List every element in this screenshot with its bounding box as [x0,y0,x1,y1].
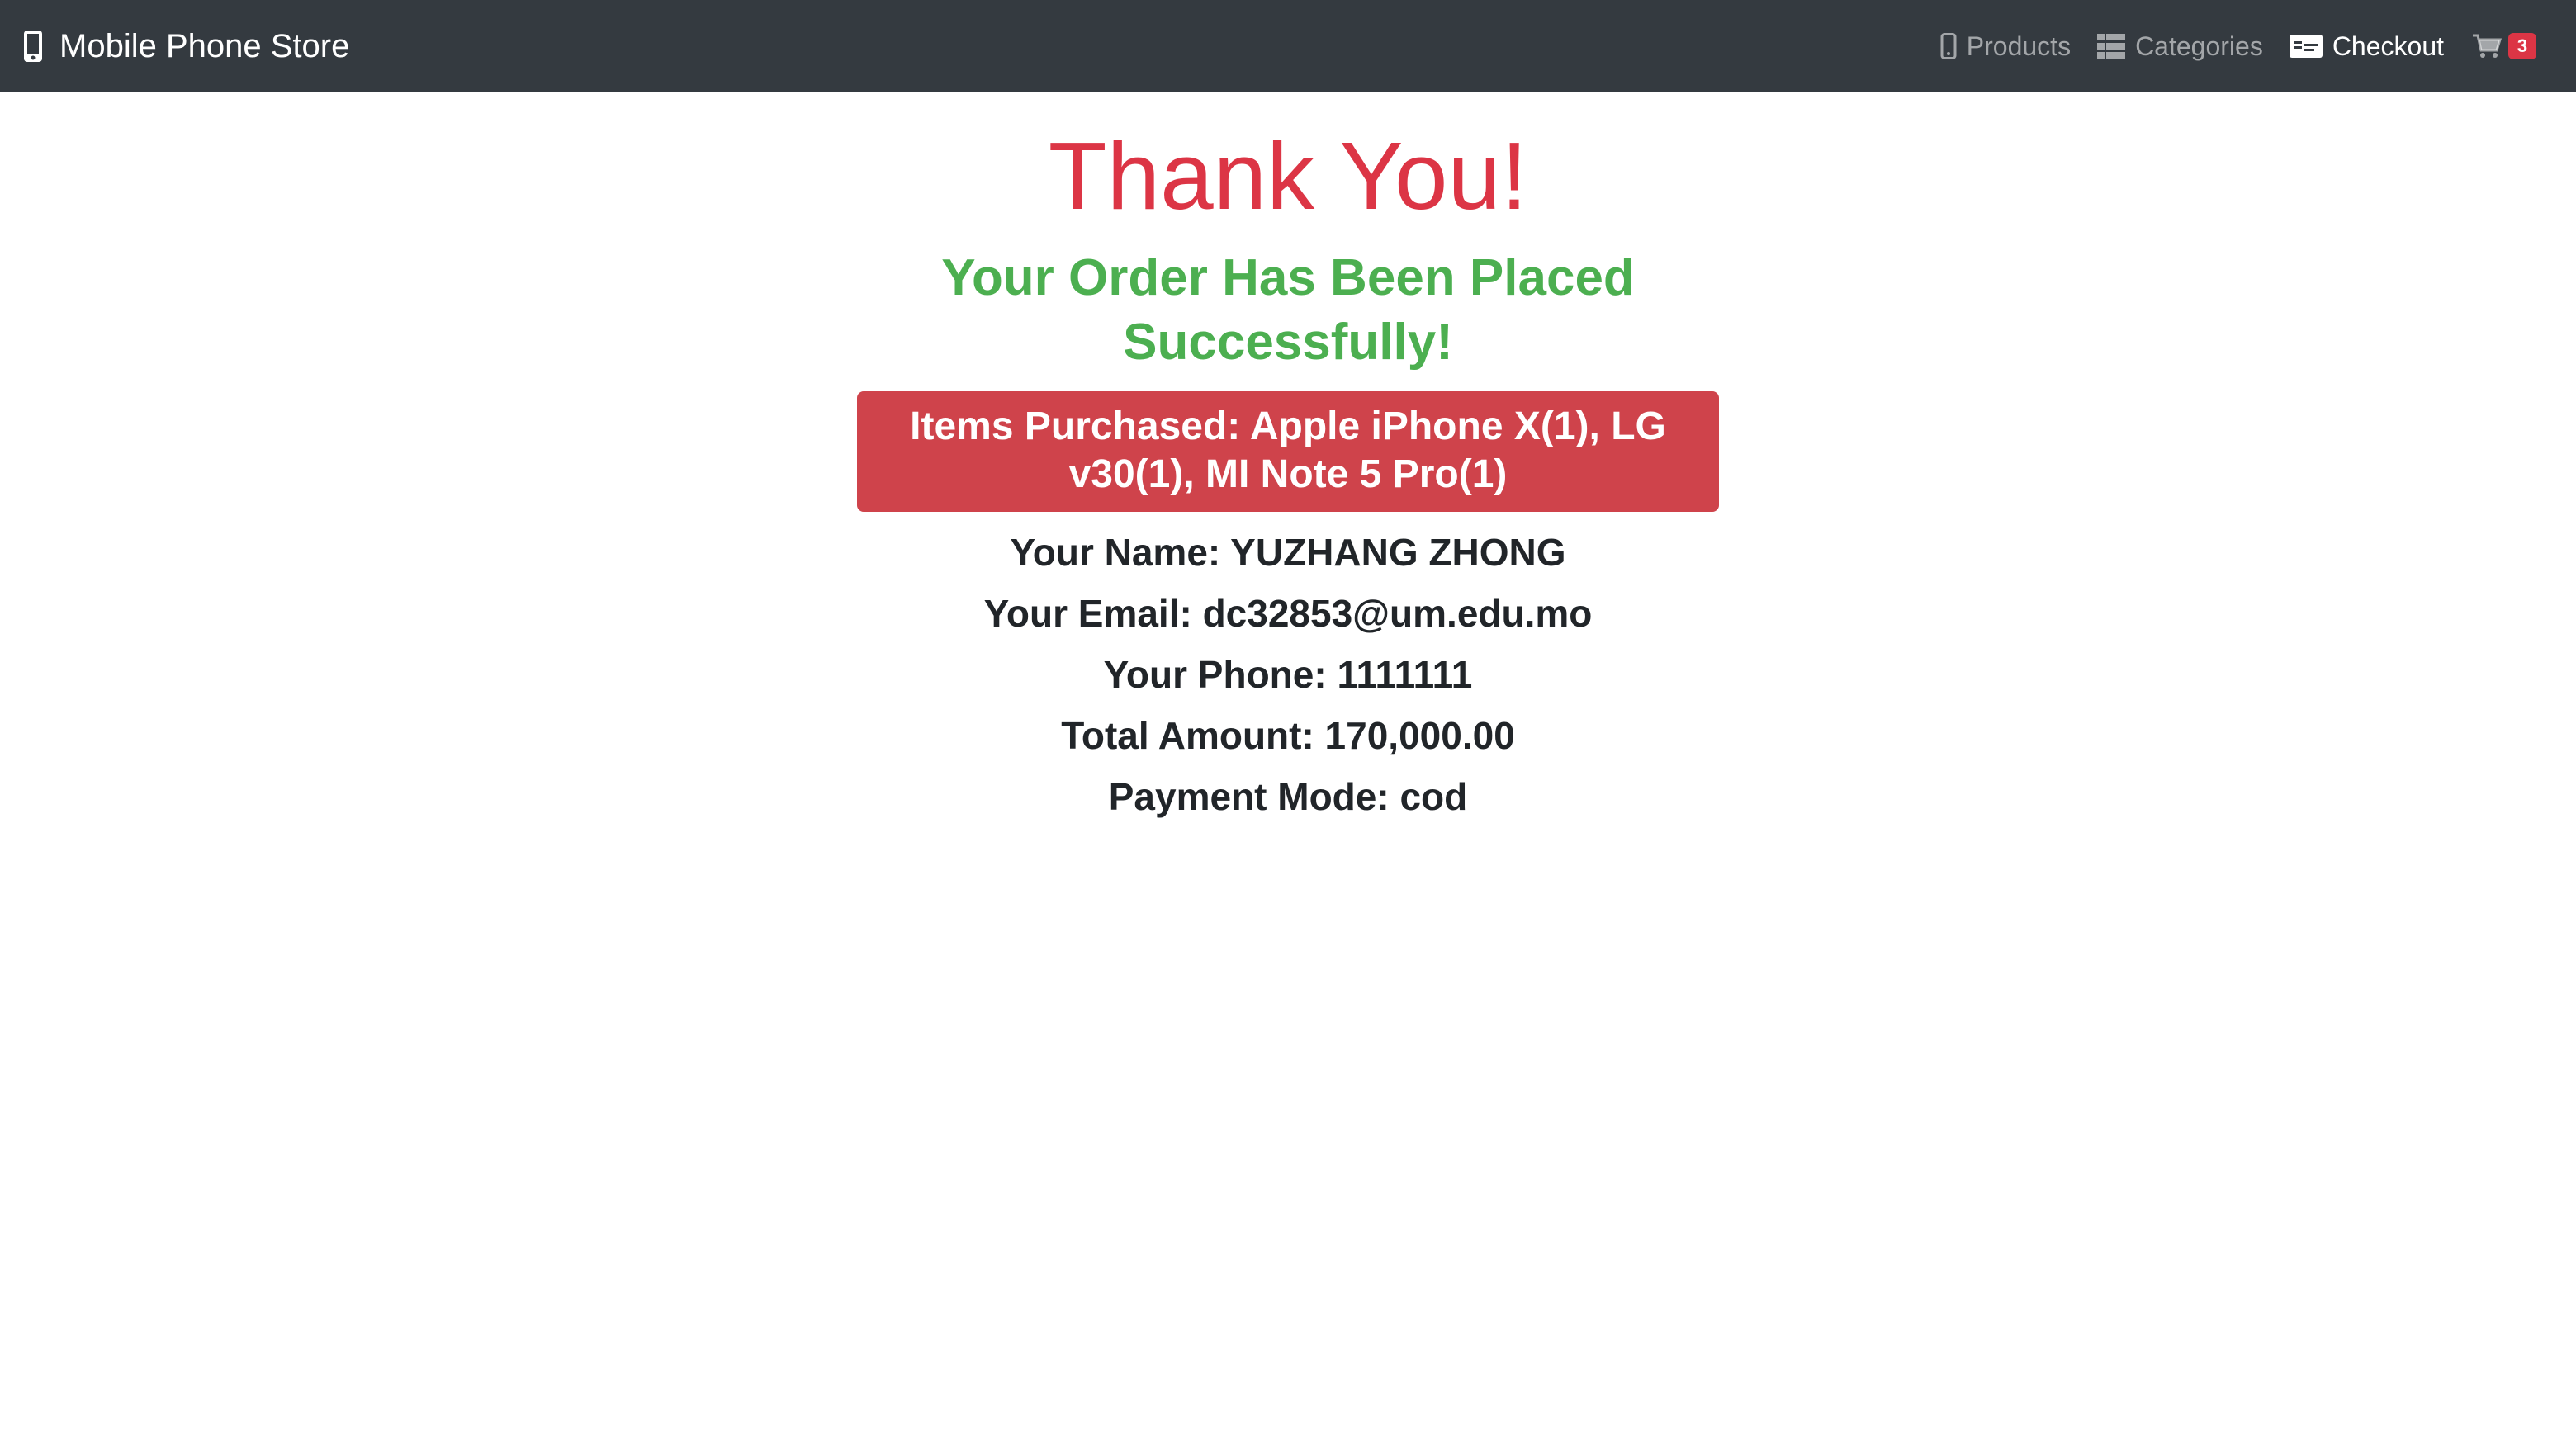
customer-phone: Your Phone: 1111111 [1103,653,1473,696]
nav-categories-label: Categories [2135,31,2263,61]
brand-label: Mobile Phone Store [59,27,350,64]
nav-products-label: Products [1966,31,2072,61]
brand-link[interactable]: Mobile Phone Store [23,28,349,65]
customer-email: Your Email: dc32853@um.edu.mo [983,592,1593,635]
nav-checkout[interactable]: Checkout [2289,31,2444,62]
cart-count-badge: 3 [2508,33,2536,59]
order-confirmation: Thank You! Your Order Has Been Placed Su… [0,92,2576,827]
order-success-message: Your Order Has Been Placed Successfully! [941,249,1635,371]
mobile-phone-icon [24,31,42,62]
nav-links: Products Categories Checkout 3 [1914,0,2536,92]
list-icon [2097,34,2126,59]
shopping-cart-icon [2473,34,2502,58]
total-amount: Total Amount: 170,000.00 [1061,714,1515,757]
mobile-icon [1940,33,1957,59]
thank-you-heading: Thank You! [1048,122,1528,229]
cart-button[interactable]: 3 [2472,33,2536,59]
payment-mode: Payment Mode: cod [1108,775,1468,818]
nav-checkout-label: Checkout [2332,31,2444,61]
money-check-icon [2289,35,2323,58]
top-navbar: Mobile Phone Store Products Categories C… [0,0,2576,92]
items-purchased-alert: Items Purchased: Apple iPhone X(1), LG v… [857,391,1719,512]
customer-name: Your Name: YUZHANG ZHONG [1010,531,1566,574]
nav-categories[interactable]: Categories [2097,31,2263,62]
nav-products[interactable]: Products [1940,31,2071,62]
